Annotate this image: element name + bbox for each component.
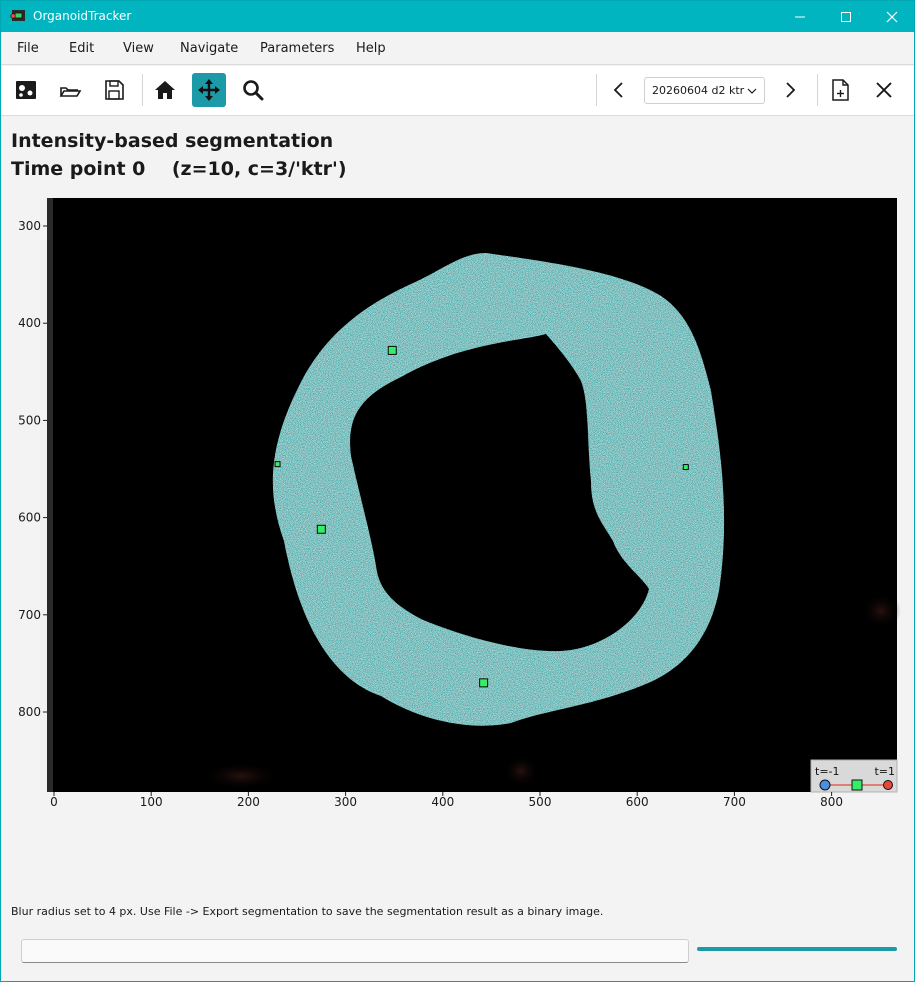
- move-icon: [198, 79, 220, 101]
- position-marker[interactable]: [479, 678, 489, 688]
- new-project-icon: [16, 81, 36, 99]
- experiment-select-value: 20260604 d2 ktr: [652, 84, 745, 97]
- y-tick-label: 400: [18, 316, 41, 330]
- x-axis: 0 100 200 300 400 500 600 700 800: [50, 792, 843, 809]
- plot-subtitle: Time point 0 (z=10, c=3/'ktr'): [11, 158, 347, 180]
- legend-right-label: t=1: [874, 765, 895, 778]
- save-button[interactable]: [97, 73, 131, 107]
- y-tick-label: 600: [18, 511, 41, 525]
- command-input[interactable]: [21, 939, 689, 963]
- new-tab-icon: [832, 79, 849, 101]
- window-close-button[interactable]: [869, 1, 915, 32]
- new-project-button[interactable]: [9, 73, 43, 107]
- toolbar: 20260604 d2 ktr: [1, 66, 914, 116]
- legend-next-marker: [883, 780, 893, 790]
- position-marker[interactable]: [682, 464, 689, 471]
- noise-glow: [201, 762, 281, 790]
- x-tick-label: 800: [820, 795, 843, 809]
- image-left-edge: [47, 198, 53, 792]
- home-icon: [155, 81, 175, 99]
- legend-current-marker: [851, 779, 863, 791]
- menu-navigate[interactable]: Navigate: [180, 41, 238, 56]
- next-icon: [786, 82, 796, 98]
- toolbar-separator: [596, 74, 597, 106]
- y-tick-label: 800: [18, 705, 41, 719]
- position-marker[interactable]: [274, 461, 281, 468]
- toolbar-separator: [817, 74, 818, 106]
- title-bar[interactable]: OrganoidTracker: [1, 1, 914, 32]
- y-tick-label: 300: [18, 219, 41, 233]
- toolbar-separator: [142, 74, 143, 106]
- y-axis: 300 400 500 600 700 800: [18, 219, 47, 719]
- position-marker[interactable]: [316, 524, 326, 534]
- app-logo-icon: [10, 10, 25, 21]
- close-tab-button[interactable]: [867, 73, 901, 107]
- experiment-select[interactable]: 20260604 d2 ktr: [644, 77, 765, 104]
- progress-bar: [697, 947, 897, 951]
- chevron-down-icon: [747, 88, 757, 94]
- window-close-icon: [886, 11, 898, 22]
- minimize-icon: [795, 16, 805, 17]
- x-tick-label: 700: [723, 795, 746, 809]
- position-marker[interactable]: [387, 345, 397, 355]
- close-icon: [876, 82, 892, 98]
- plot-title: Intensity-based segmentation: [11, 130, 334, 152]
- previous-icon: [613, 82, 623, 98]
- x-tick-label: 100: [140, 795, 163, 809]
- x-tick-label: 500: [529, 795, 552, 809]
- legend-previous-marker: [819, 779, 831, 791]
- x-tick-label: 400: [431, 795, 454, 809]
- x-tick-label: 0: [50, 795, 58, 809]
- window-title: OrganoidTracker: [33, 9, 132, 23]
- menu-parameters[interactable]: Parameters: [260, 41, 334, 56]
- maximize-button[interactable]: [823, 1, 869, 32]
- app-window: OrganoidTracker File Edit View Navigate …: [0, 0, 915, 982]
- image-canvas[interactable]: t=-1 t=1: [47, 198, 901, 793]
- menu-help[interactable]: Help: [356, 41, 386, 56]
- x-tick-label: 300: [334, 795, 357, 809]
- home-button[interactable]: [148, 73, 182, 107]
- menu-file[interactable]: File: [17, 41, 39, 56]
- zoom-button[interactable]: [236, 73, 270, 107]
- segmentation-plot[interactable]: t=-1 t=1 0 100 200 300 400 500 600 700 800 300 400…: [1, 191, 914, 821]
- open-folder-icon: [59, 87, 82, 97]
- legend-left-label: t=-1: [815, 765, 840, 778]
- status-message: Blur radius set to 4 px. Use File -> Exp…: [11, 905, 604, 918]
- zoom-icon: [243, 80, 264, 101]
- new-tab-button[interactable]: [823, 73, 857, 107]
- open-button[interactable]: [53, 73, 87, 107]
- y-tick-label: 500: [18, 413, 41, 427]
- save-icon: [105, 80, 124, 100]
- minimize-button[interactable]: [777, 1, 823, 32]
- menu-bar: File Edit View Navigate Parameters Help: [1, 32, 914, 65]
- maximize-icon: [841, 11, 851, 22]
- x-tick-label: 200: [237, 795, 260, 809]
- x-tick-label: 600: [626, 795, 649, 809]
- noise-glow: [861, 593, 901, 629]
- legend: t=-1 t=1: [810, 759, 898, 793]
- y-tick-label: 700: [18, 608, 41, 622]
- previous-button[interactable]: [602, 73, 636, 107]
- menu-view[interactable]: View: [123, 41, 154, 56]
- pan-button[interactable]: [192, 73, 226, 107]
- noise-glow: [503, 755, 539, 787]
- menu-edit[interactable]: Edit: [69, 41, 94, 56]
- next-button[interactable]: [773, 73, 807, 107]
